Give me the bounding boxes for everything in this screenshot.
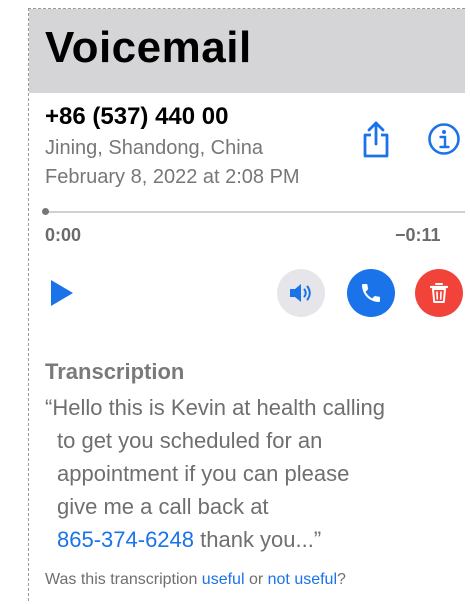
playback-scrubber-handle[interactable]: [42, 208, 49, 215]
transcription-feedback: Was this transcription useful or not use…: [45, 571, 346, 589]
voicemail-screen: Voicemail +86 (537) 440 00 Jining, Shand…: [28, 8, 465, 601]
play-icon: [51, 280, 73, 306]
caller-phone-number: +86 (537) 440 00: [45, 103, 229, 130]
transcription-text: “Hello this is Kevin at health calling t…: [45, 391, 465, 556]
transcription-line: “Hello this is Kevin at health calling: [45, 395, 385, 420]
playback-progress-bar[interactable]: [42, 208, 465, 215]
transcription-line: 865-374-6248 thank you...”: [45, 523, 465, 556]
page-title: Voicemail: [45, 23, 252, 72]
phone-icon: [362, 284, 380, 302]
transcription-line: give me a call back at: [57, 494, 269, 519]
transcription-line: appointment if you can please: [57, 461, 350, 486]
caller-location: Jining, Shandong, China: [45, 137, 263, 159]
feedback-prompt: Was this transcription: [45, 571, 202, 588]
voicemail-header: Voicemail: [29, 9, 465, 93]
play-button[interactable]: [45, 271, 79, 315]
feedback-not-useful-link[interactable]: not useful: [268, 571, 337, 588]
playback-remaining-time: −0:11: [395, 225, 441, 245]
transcription-line: to get you scheduled for an: [57, 428, 323, 453]
trash-icon: [429, 283, 449, 303]
info-icon: [428, 123, 460, 155]
delete-button[interactable]: [415, 269, 463, 317]
playback-elapsed-time: 0:00: [45, 225, 82, 245]
call-back-button[interactable]: [347, 269, 395, 317]
feedback-or-text: or: [244, 571, 268, 588]
feedback-useful-link[interactable]: useful: [202, 571, 245, 588]
transcription-phone-link[interactable]: 865-374-6248: [57, 527, 194, 552]
info-button[interactable]: [425, 117, 463, 161]
voicemail-datetime: February 8, 2022 at 2:08 PM: [45, 166, 300, 188]
share-button[interactable]: [355, 117, 397, 161]
speaker-button[interactable]: [277, 269, 325, 317]
transcription-line-end: thank you...”: [194, 527, 322, 552]
transcription-heading: Transcription: [45, 359, 185, 384]
feedback-question-mark: ?: [337, 571, 346, 588]
speaker-icon: [290, 284, 311, 302]
share-icon: [363, 121, 389, 158]
